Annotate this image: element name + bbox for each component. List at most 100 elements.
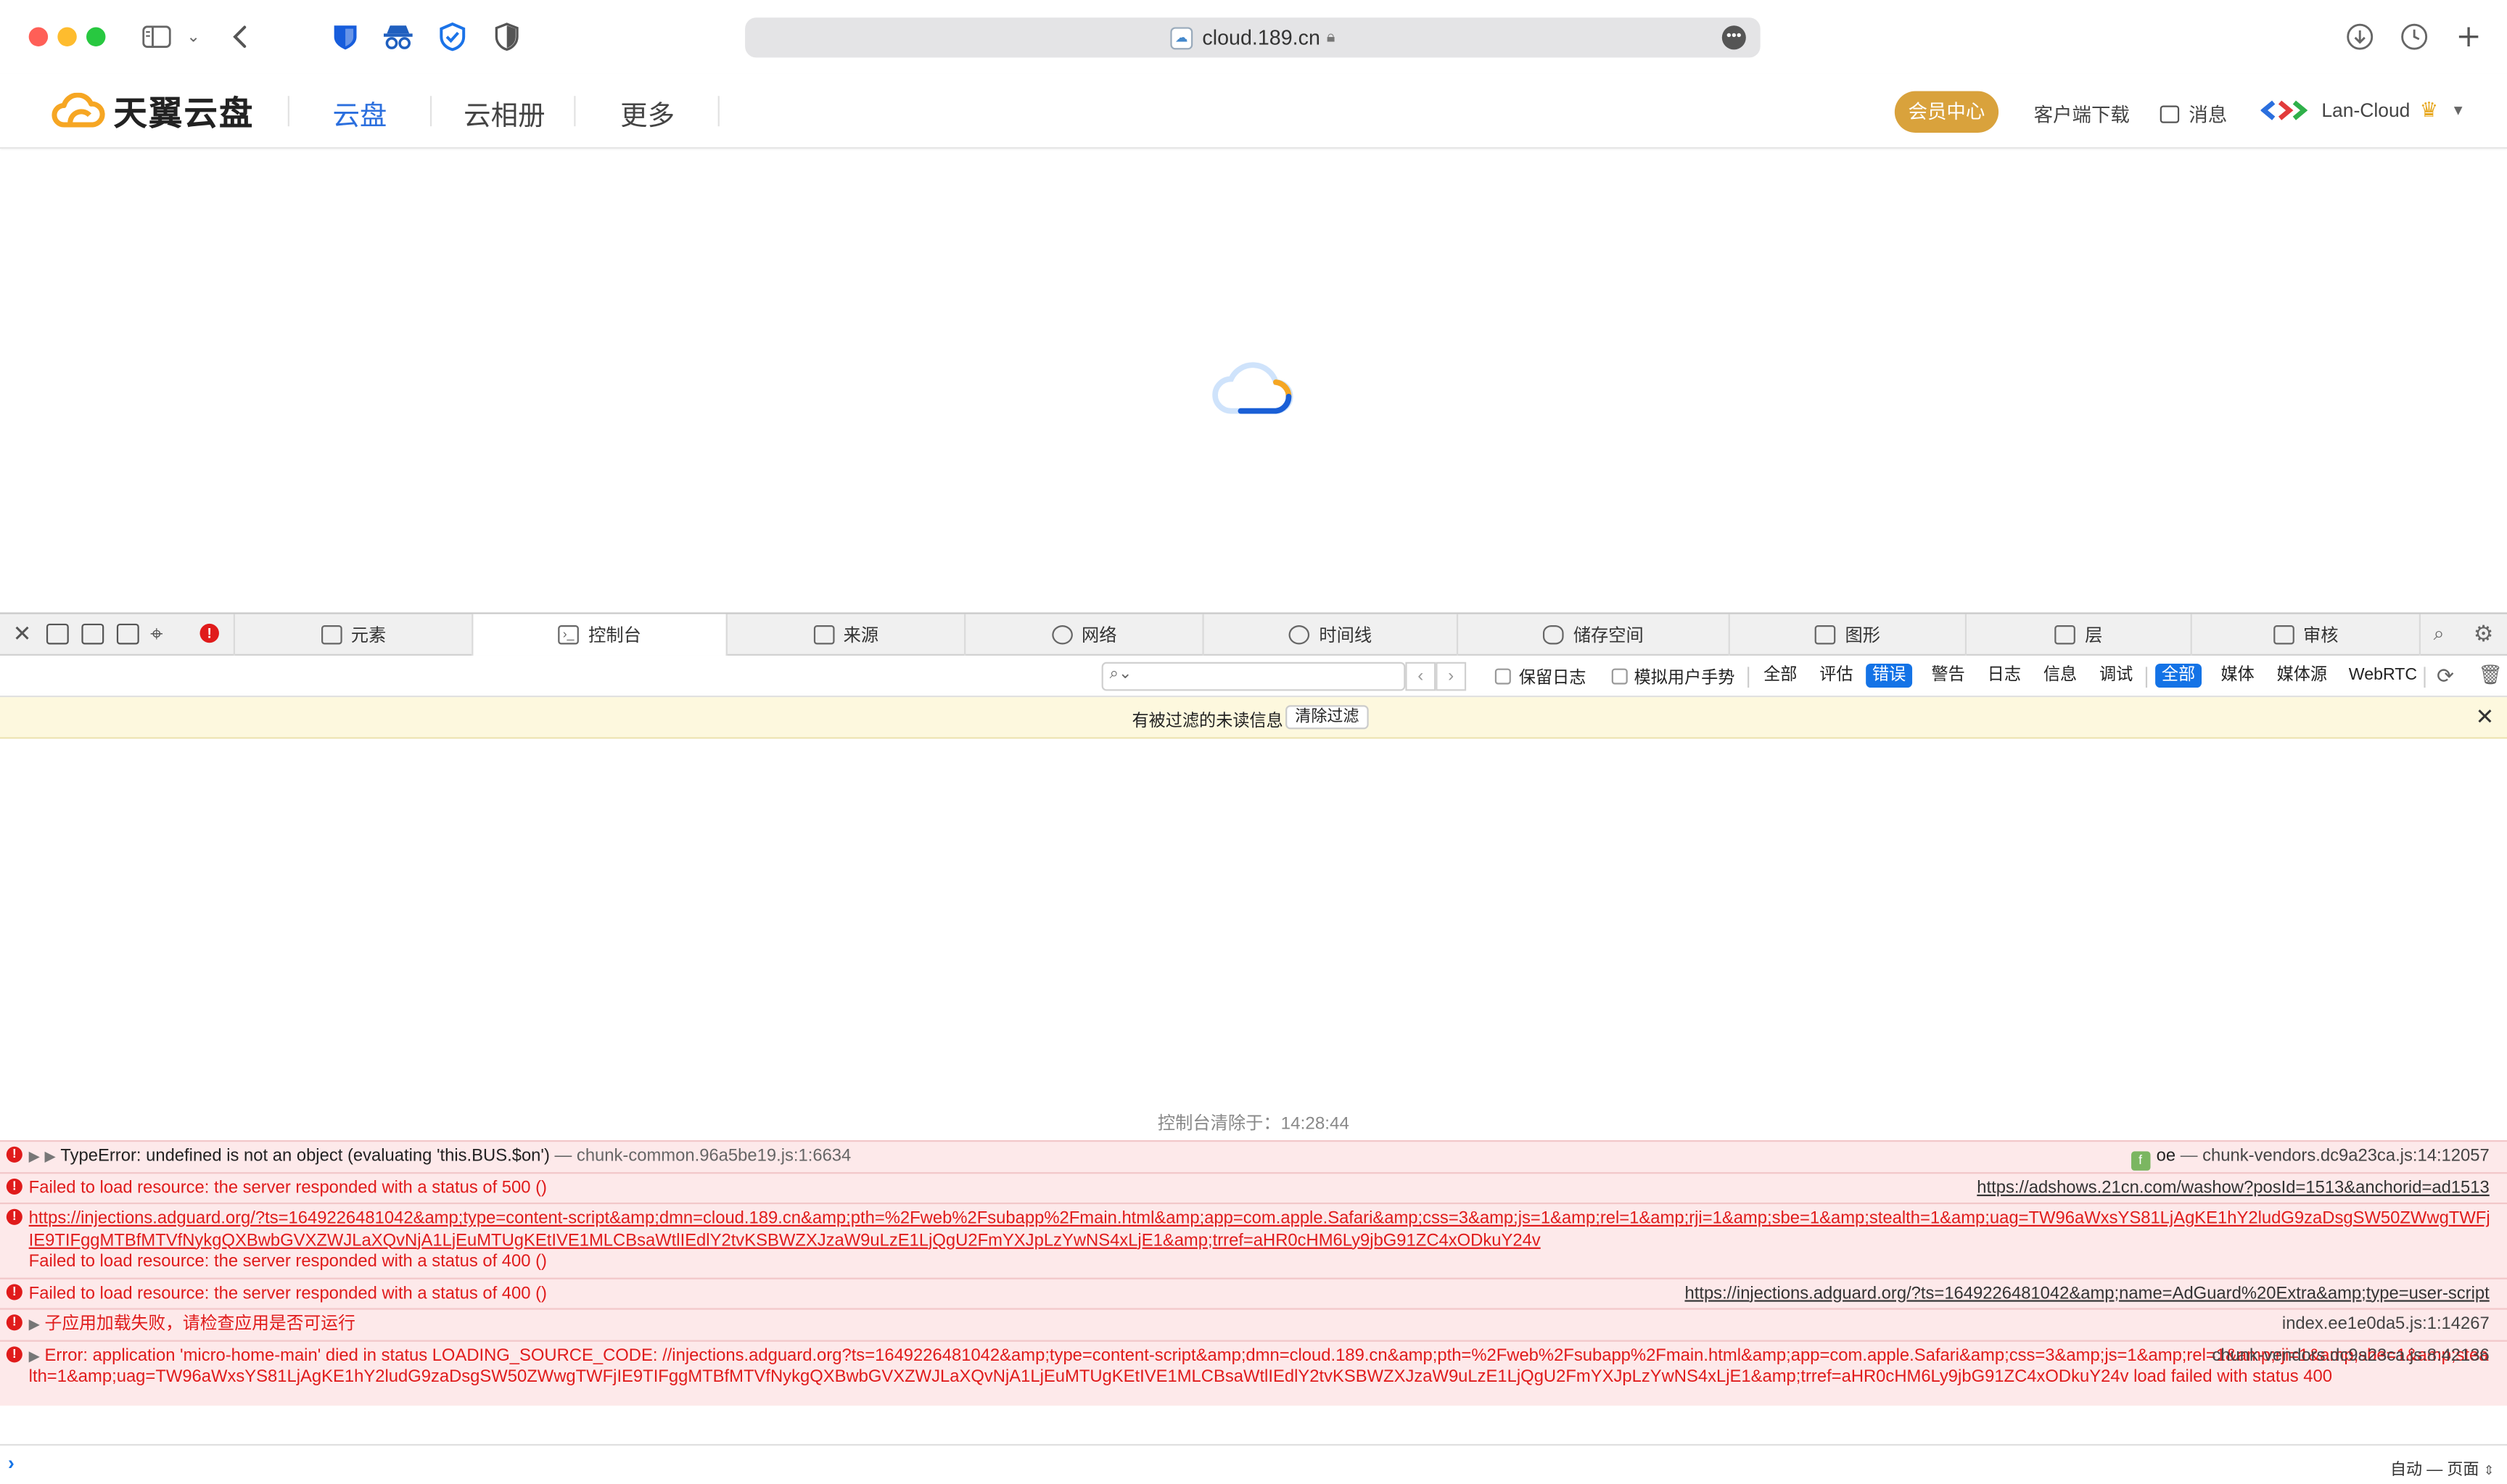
layers-icon (2054, 625, 2075, 645)
spy-extension-icon[interactable] (381, 19, 416, 54)
console-log-list: ! ▶ ▶ TypeError: undefined is not an objec… (0, 1139, 2507, 1405)
graphics-icon (1814, 625, 1836, 645)
filter-prev-button[interactable]: ‹ (1405, 661, 1436, 691)
browser-toolbar: ⌄ ☁ cloud.189.cn 🔒︎ ••• (0, 0, 2507, 74)
expand-triangle-icon[interactable]: ▶ (29, 1347, 40, 1363)
source-filter-webrtc[interactable]: WebRTC (2342, 664, 2424, 688)
address-bar[interactable]: ☁ cloud.189.cn 🔒︎ ••• (745, 17, 1761, 58)
messages-link[interactable]: 消息 (2160, 101, 2228, 128)
site-header: 天翼云盘 云盘 云相册 更多 会员中心 客户端下载 消息 Lan-Cloud ♛… (0, 73, 2507, 149)
level-filter-all[interactable]: 全部 (1757, 664, 1803, 688)
back-icon[interactable] (227, 19, 252, 54)
elements-icon (320, 625, 342, 645)
history-clock-icon[interactable] (2398, 19, 2430, 54)
expand-triangle-icon[interactable]: ▶ (29, 1316, 40, 1332)
zoom-window-button[interactable] (86, 27, 106, 46)
level-filter-warnings[interactable]: 警告 (1925, 664, 1972, 688)
level-filter-errors[interactable]: 错误 (1866, 663, 1913, 688)
level-filter-logs[interactable]: 日志 (1981, 664, 2028, 688)
log-entry[interactable]: ! ▶ 子应用加载失败，请检查应用是否可运行 index.ee1e0da5.js:… (0, 1308, 2507, 1339)
expand-triangle-icon[interactable]: ▶ (45, 1148, 56, 1164)
inspect-target-icon[interactable]: ⌖ (150, 620, 162, 647)
bitwarden-extension-icon[interactable] (329, 19, 361, 54)
url-text: cloud.189.cn (1202, 25, 1320, 50)
tab-audit[interactable]: 审核 (2190, 614, 2421, 656)
updown-chevron-icon: ⇕ (2483, 1463, 2495, 1478)
cloud-logo-icon (52, 92, 105, 128)
tab-elements[interactable]: 元素 (233, 614, 472, 656)
user-avatar-icon (2260, 100, 2308, 120)
filter-next-button[interactable]: › (1436, 661, 1467, 691)
preserve-log-checkbox[interactable] (1494, 668, 1511, 685)
source-filter-mse[interactable]: 媒体源 (2271, 664, 2334, 688)
level-filter-info[interactable]: 信息 (2037, 664, 2083, 688)
site-logo[interactable]: 天翼云盘 (49, 89, 254, 134)
client-download-link[interactable]: 客户端下载 (2034, 101, 2130, 128)
console-filter-input[interactable] (1101, 661, 1406, 691)
filtered-messages-notice: 有被过滤的未读信息 清除过滤 ✕ (0, 697, 2507, 739)
error-count-icon[interactable]: ! (199, 623, 219, 643)
adguard-shield-icon[interactable] (437, 19, 469, 54)
log-origin[interactable]: chunk-common.96a5be19.js:1:6634 (577, 1147, 851, 1166)
log-source[interactable]: chunk-vendors.dc9a23ca.js:8:42136 (2212, 1345, 2489, 1367)
search-icon[interactable]: ⌕ (2434, 622, 2445, 646)
log-source-link[interactable]: https://adshows.21cn.com/washow?posId=15… (1977, 1178, 2489, 1200)
tab-sources[interactable]: 来源 (725, 614, 964, 656)
log-source[interactable]: f oe — chunk-vendors.dc9a23ca.js:14:12057 (2131, 1147, 2490, 1171)
log-entry[interactable]: ! Failed to load resource: the server re… (0, 1171, 2507, 1203)
nav-more[interactable]: 更多 (620, 93, 675, 133)
log-entry[interactable]: ! https://injections.adguard.org/?ts=164… (0, 1202, 2507, 1277)
storage-icon (1542, 625, 1564, 645)
source-filter-all[interactable]: 全部 (2155, 663, 2202, 688)
privacy-shield-icon[interactable] (493, 19, 522, 54)
network-icon (1051, 625, 1072, 645)
minimize-window-button[interactable] (57, 27, 77, 46)
nav-divider (717, 96, 720, 127)
log-entry[interactable]: ! ▶ ▶ TypeError: undefined is not an objec… (0, 1139, 2507, 1171)
tab-graphics[interactable]: 图形 (1728, 614, 1965, 656)
log-source[interactable]: index.ee1e0da5.js:1:14267 (2282, 1314, 2490, 1336)
user-menu[interactable]: Lan-Cloud ♛ ▼ (2260, 97, 2466, 123)
filter-divider (2145, 667, 2148, 688)
close-devtools-icon[interactable]: ✕ (13, 620, 32, 647)
sources-icon (812, 625, 834, 645)
clear-console-trash-icon[interactable]: 🗑︎ (2478, 664, 2503, 686)
chevron-down-icon[interactable]: ⌄ (182, 19, 205, 54)
sidebar-toggle-icon[interactable] (141, 19, 173, 54)
close-window-button[interactable] (28, 27, 49, 46)
dock-right-icon[interactable] (81, 623, 104, 645)
dock-bottom-icon[interactable] (46, 623, 69, 645)
tab-network[interactable]: 网络 (964, 614, 1202, 656)
log-source-link[interactable]: https://injections.adguard.org/?ts=16492… (1684, 1283, 2489, 1305)
log-entry[interactable]: ! Failed to load resource: the server re… (0, 1277, 2507, 1308)
console-prompt[interactable]: › 自动 — 页面 ⇕ (0, 1443, 2507, 1484)
tab-timelines[interactable]: 时间线 (1202, 614, 1456, 656)
user-name: Lan-Cloud (2321, 99, 2411, 122)
nav-cloud-album[interactable]: 云相册 (464, 93, 545, 133)
message-icon (2160, 105, 2180, 123)
detach-window-icon[interactable] (116, 623, 139, 645)
more-options-icon[interactable]: ••• (1721, 25, 1746, 50)
source-filter-media[interactable]: 媒体 (2215, 664, 2261, 688)
log-url-link[interactable]: https://injections.adguard.org/?ts=16492… (29, 1209, 2491, 1253)
level-filter-evaluations[interactable]: 评估 (1813, 664, 1859, 688)
execution-context-selector[interactable]: 自动 — 页面 ⇕ (2390, 1455, 2494, 1479)
downloads-icon[interactable] (2344, 19, 2376, 54)
nav-cloud-disk[interactable]: 云盘 (332, 93, 387, 133)
clear-filters-button[interactable]: 清除过滤 (1285, 705, 1369, 730)
tab-layers[interactable]: 层 (1964, 614, 2191, 656)
tab-console[interactable]: ›_ 控制台 (472, 614, 726, 656)
tab-storage[interactable]: 储存空间 (1456, 614, 1729, 656)
close-notice-icon[interactable]: ✕ (2476, 704, 2495, 730)
reload-icon[interactable]: ⟳ (2437, 664, 2454, 689)
log-entry[interactable]: ! chunk-vendors.dc9a23ca.js:8:42136 ▶ Err… (0, 1339, 2507, 1404)
preserve-log-label: 保留日志 (1518, 668, 1586, 688)
nav-divider (429, 96, 432, 127)
new-tab-plus-icon[interactable] (2453, 19, 2485, 54)
level-filter-debug[interactable]: 调试 (2093, 664, 2139, 688)
vip-center-button[interactable]: 会员中心 (1894, 91, 1999, 133)
messages-label: 消息 (2189, 104, 2228, 127)
simulate-gesture-checkbox[interactable] (1611, 668, 1628, 685)
expand-triangle-icon[interactable]: ▶ (29, 1148, 40, 1164)
settings-gear-icon[interactable]: ⚙︎ (2474, 620, 2494, 647)
